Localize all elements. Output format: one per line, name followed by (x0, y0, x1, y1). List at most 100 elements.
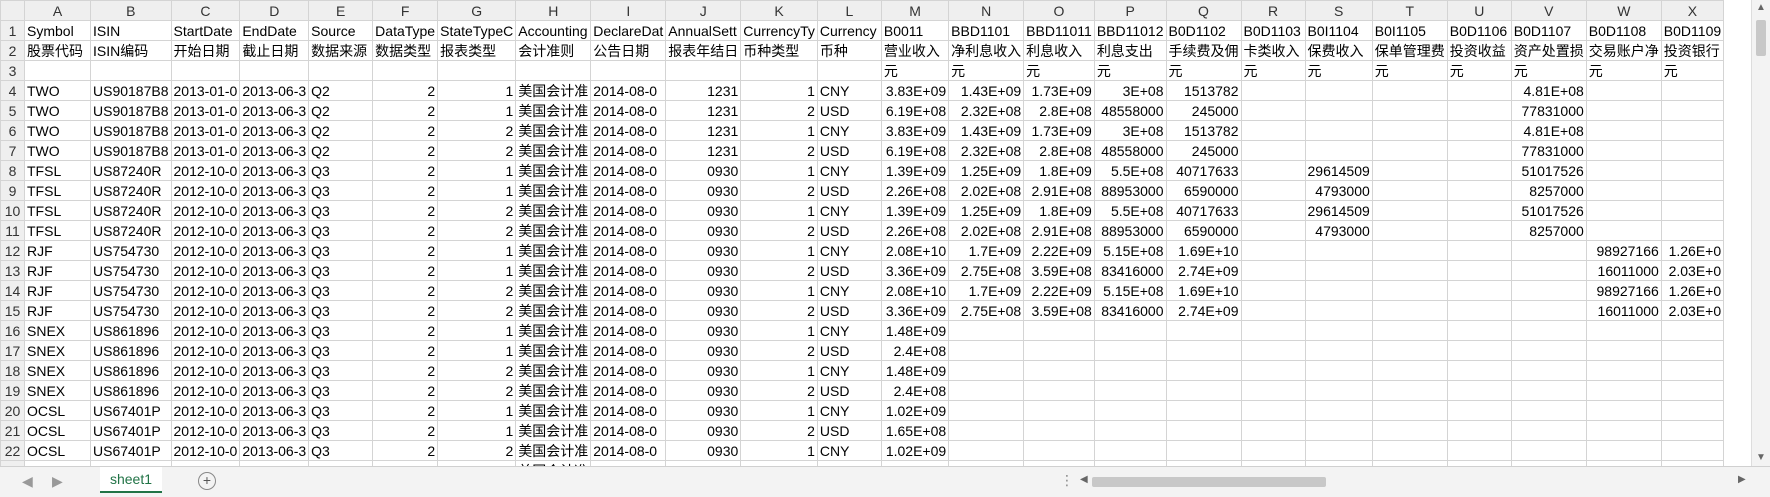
cell-k8[interactable]: 1 (740, 160, 818, 181)
cell-v18[interactable] (1510, 360, 1587, 381)
cell-p19[interactable] (1093, 380, 1167, 401)
cell-p21[interactable] (1093, 420, 1167, 441)
cell-g12[interactable]: 1 (437, 240, 517, 261)
cell-s18[interactable] (1304, 360, 1373, 381)
cell-l6[interactable]: CNY (816, 120, 882, 141)
cell-f3[interactable] (372, 60, 439, 81)
cell-f12[interactable]: 2 (372, 240, 439, 261)
cell-a22[interactable]: OCSL (24, 440, 91, 461)
cell-j17[interactable]: 0930 (665, 340, 742, 361)
cell-b5[interactable]: US90187B8 (90, 100, 172, 121)
cell-r5[interactable] (1240, 100, 1306, 121)
cell-d1[interactable]: EndDate (239, 20, 310, 41)
cell-i22[interactable]: 2014-08-0 (590, 440, 667, 461)
cell-g17[interactable]: 1 (437, 340, 517, 361)
cell-u20[interactable] (1446, 400, 1512, 421)
cell-n12[interactable]: 1.7E+09 (948, 240, 1025, 261)
cell-g16[interactable]: 1 (437, 320, 517, 341)
cell-o7[interactable]: 2.8E+08 (1023, 140, 1095, 161)
row-header[interactable]: 8 (0, 160, 25, 181)
cell-l17[interactable]: USD (816, 340, 882, 361)
cell-s19[interactable] (1304, 380, 1373, 401)
cell-x15[interactable]: 2.03E+0 (1660, 300, 1725, 321)
row-header[interactable]: 19 (0, 380, 25, 401)
row-header[interactable]: 11 (0, 220, 25, 241)
cell-k22[interactable]: 1 (740, 440, 818, 461)
cell-q5[interactable]: 245000 (1165, 100, 1242, 121)
cell-j1[interactable]: AnnualSett (665, 20, 742, 41)
cell-v6[interactable]: 4.81E+08 (1510, 120, 1587, 141)
cell-i15[interactable]: 2014-08-0 (590, 300, 667, 321)
cell-p13[interactable]: 83416000 (1093, 260, 1167, 281)
cell-q8[interactable]: 40717633 (1165, 160, 1242, 181)
cell-e5[interactable]: Q2 (308, 100, 374, 121)
cell-e7[interactable]: Q2 (308, 140, 374, 161)
cell-t1[interactable]: B0I1105 (1371, 20, 1448, 41)
cell-h13[interactable]: 美国会计准 (515, 260, 592, 281)
cell-o2[interactable]: 利息收入 (1023, 40, 1095, 61)
cell-k14[interactable]: 1 (740, 280, 818, 301)
cell-e8[interactable]: Q3 (308, 160, 374, 181)
cell-l18[interactable]: CNY (816, 360, 882, 381)
cell-o4[interactable]: 1.73E+09 (1023, 80, 1095, 101)
cell-d17[interactable]: 2013-06-3 (239, 340, 310, 361)
cell-h22[interactable]: 美国会计准 (515, 440, 592, 461)
cell-p11[interactable]: 88953000 (1093, 220, 1167, 241)
cell-i11[interactable]: 2014-08-0 (590, 220, 667, 241)
cell-t2[interactable]: 保单管理费 (1371, 40, 1448, 61)
cell-v15[interactable] (1510, 300, 1587, 321)
cell-g14[interactable]: 2 (437, 280, 517, 301)
cell-l22[interactable]: CNY (816, 440, 882, 461)
cell-m11[interactable]: 2.26E+08 (880, 220, 950, 241)
cell-w8[interactable] (1585, 160, 1662, 181)
cell-i19[interactable]: 2014-08-0 (590, 380, 667, 401)
cell-k17[interactable]: 2 (740, 340, 818, 361)
select-all-corner[interactable] (0, 0, 25, 21)
cell-a6[interactable]: TWO (24, 120, 91, 141)
cell-n8[interactable]: 1.25E+09 (948, 160, 1025, 181)
cell-c4[interactable]: 2013-01-0 (170, 80, 241, 101)
cell-g11[interactable]: 2 (437, 220, 517, 241)
cell-d8[interactable]: 2013-06-3 (239, 160, 310, 181)
cell-u2[interactable]: 投资收益 (1446, 40, 1512, 61)
cell-d7[interactable]: 2013-06-3 (239, 140, 310, 161)
cell-f14[interactable]: 2 (372, 280, 439, 301)
cell-v12[interactable] (1510, 240, 1587, 261)
cell-p10[interactable]: 5.5E+08 (1093, 200, 1167, 221)
cell-q12[interactable]: 1.69E+10 (1165, 240, 1242, 261)
cell-v19[interactable] (1510, 380, 1587, 401)
column-header-s[interactable]: S (1304, 0, 1373, 21)
cell-p4[interactable]: 3E+08 (1093, 80, 1167, 101)
cell-m9[interactable]: 2.26E+08 (880, 180, 950, 201)
cell-a17[interactable]: SNEX (24, 340, 91, 361)
cell-s5[interactable] (1304, 100, 1373, 121)
cell-c10[interactable]: 2012-10-0 (170, 200, 241, 221)
cell-w5[interactable] (1585, 100, 1662, 121)
cell-b16[interactable]: US861896 (90, 320, 172, 341)
cell-p3[interactable]: 元 (1093, 60, 1167, 81)
cell-e22[interactable]: Q3 (308, 440, 374, 461)
cell-o13[interactable]: 3.59E+08 (1023, 260, 1095, 281)
cell-q21[interactable] (1165, 420, 1242, 441)
cell-k18[interactable]: 1 (740, 360, 818, 381)
cell-k10[interactable]: 1 (740, 200, 818, 221)
cell-p6[interactable]: 3E+08 (1093, 120, 1167, 141)
cell-s17[interactable] (1304, 340, 1373, 361)
cell-m16[interactable]: 1.48E+09 (880, 320, 950, 341)
cell-s11[interactable]: 4793000 (1304, 220, 1373, 241)
cell-s20[interactable] (1304, 400, 1373, 421)
cell-g20[interactable]: 1 (437, 400, 517, 421)
cell-w7[interactable] (1585, 140, 1662, 161)
cell-r17[interactable] (1240, 340, 1306, 361)
cell-n6[interactable]: 1.43E+09 (948, 120, 1025, 141)
cell-d22[interactable]: 2013-06-3 (239, 440, 310, 461)
cell-l10[interactable]: CNY (816, 200, 882, 221)
cell-l20[interactable]: CNY (816, 400, 882, 421)
cell-n21[interactable] (948, 420, 1025, 441)
cell-w2[interactable]: 交易账户净 (1585, 40, 1662, 61)
cell-s9[interactable]: 4793000 (1304, 180, 1373, 201)
cell-s8[interactable]: 29614509 (1304, 160, 1373, 181)
cell-t11[interactable] (1371, 220, 1448, 241)
cell-o19[interactable] (1023, 380, 1095, 401)
cell-b10[interactable]: US87240R (90, 200, 172, 221)
